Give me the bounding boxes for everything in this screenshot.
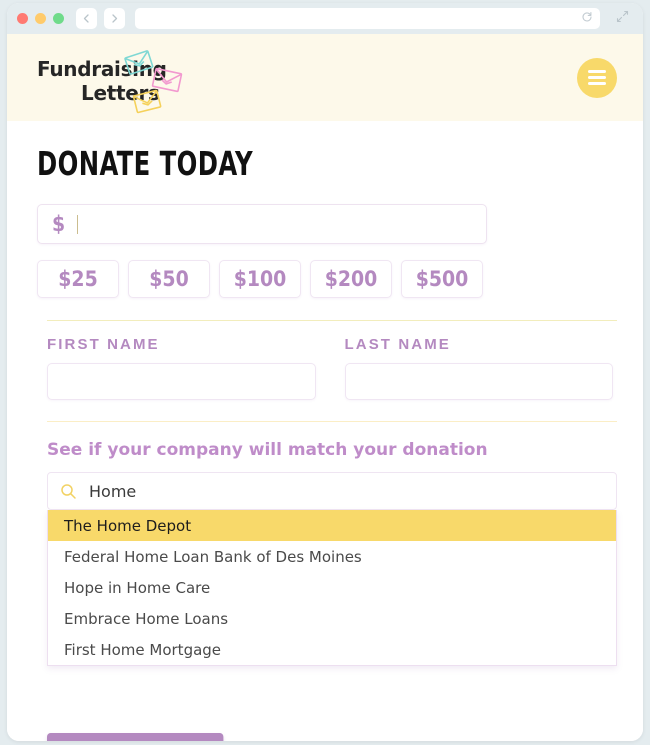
address-bar[interactable] <box>135 8 600 29</box>
envelope-yellow-icon <box>131 85 163 122</box>
company-search-dropdown: The Home Depot Federal Home Loan Bank of… <box>47 510 617 666</box>
name-fields-row: FIRST NAME LAST NAME <box>37 336 613 400</box>
site-logo[interactable]: Fundraising Letters <box>37 47 187 113</box>
browser-chrome-bar <box>7 3 643 34</box>
last-name-group: LAST NAME <box>344 336 613 400</box>
first-name-input[interactable] <box>47 363 316 400</box>
dropdown-option[interactable]: The Home Depot <box>48 510 616 541</box>
preset-amount-row: $25 $50 $100 $200 $500 <box>37 260 613 298</box>
section-divider <box>47 421 617 422</box>
donate-now-button[interactable]: DONATE NOW <box>47 733 224 741</box>
reload-icon[interactable] <box>581 11 593 26</box>
chevron-left-icon <box>81 13 92 24</box>
expand-button[interactable] <box>611 8 633 29</box>
page-title: DONATE TODAY <box>37 144 254 183</box>
donation-amount-input[interactable]: $ <box>37 204 487 244</box>
last-name-input[interactable] <box>344 363 613 400</box>
last-name-label: LAST NAME <box>344 336 451 353</box>
dropdown-option[interactable]: Federal Home Loan Bank of Des Moines <box>48 541 616 572</box>
hamburger-icon-bar <box>588 82 606 85</box>
back-button[interactable] <box>76 8 97 29</box>
first-name-group: FIRST NAME <box>47 336 316 400</box>
browser-window: Fundraising Letters DONATE TODAY $ $25 $… <box>7 3 643 741</box>
preset-amount-button[interactable]: $50 <box>128 260 210 298</box>
preset-amount-button[interactable]: $25 <box>37 260 119 298</box>
text-caret <box>77 214 79 234</box>
section-divider <box>47 320 617 321</box>
dropdown-option[interactable]: Embrace Home Loans <box>48 603 616 634</box>
maximize-window-button[interactable] <box>53 13 64 24</box>
dropdown-option[interactable]: Hope in Home Care <box>48 572 616 603</box>
currency-symbol: $ <box>52 212 66 236</box>
minimize-window-button[interactable] <box>35 13 46 24</box>
company-search-value: Home <box>89 481 137 501</box>
preset-amount-button[interactable]: $200 <box>310 260 392 298</box>
window-traffic-lights <box>17 13 64 24</box>
company-search-input[interactable]: Home <box>47 472 617 510</box>
company-search-wrapper: Home The Home Depot Federal Home Loan Ba… <box>47 472 617 666</box>
hamburger-icon-bar <box>588 70 606 73</box>
matching-gift-heading: See if your company will match your dona… <box>47 440 488 460</box>
forward-button[interactable] <box>104 8 125 29</box>
preset-amount-button[interactable]: $500 <box>401 260 483 298</box>
dropdown-option[interactable]: First Home Mortgage <box>48 634 616 665</box>
preset-amount-button[interactable]: $100 <box>219 260 301 298</box>
search-icon <box>60 483 77 500</box>
donation-form: DONATE TODAY $ $25 $50 $100 $200 $500 FI… <box>7 121 643 741</box>
close-window-button[interactable] <box>17 13 28 24</box>
site-header: Fundraising Letters <box>7 34 643 121</box>
hamburger-icon-bar <box>588 76 606 79</box>
menu-button[interactable] <box>577 57 617 98</box>
chevron-right-icon <box>109 13 120 24</box>
first-name-label: FIRST NAME <box>47 336 160 353</box>
expand-arrows-icon <box>616 10 629 28</box>
